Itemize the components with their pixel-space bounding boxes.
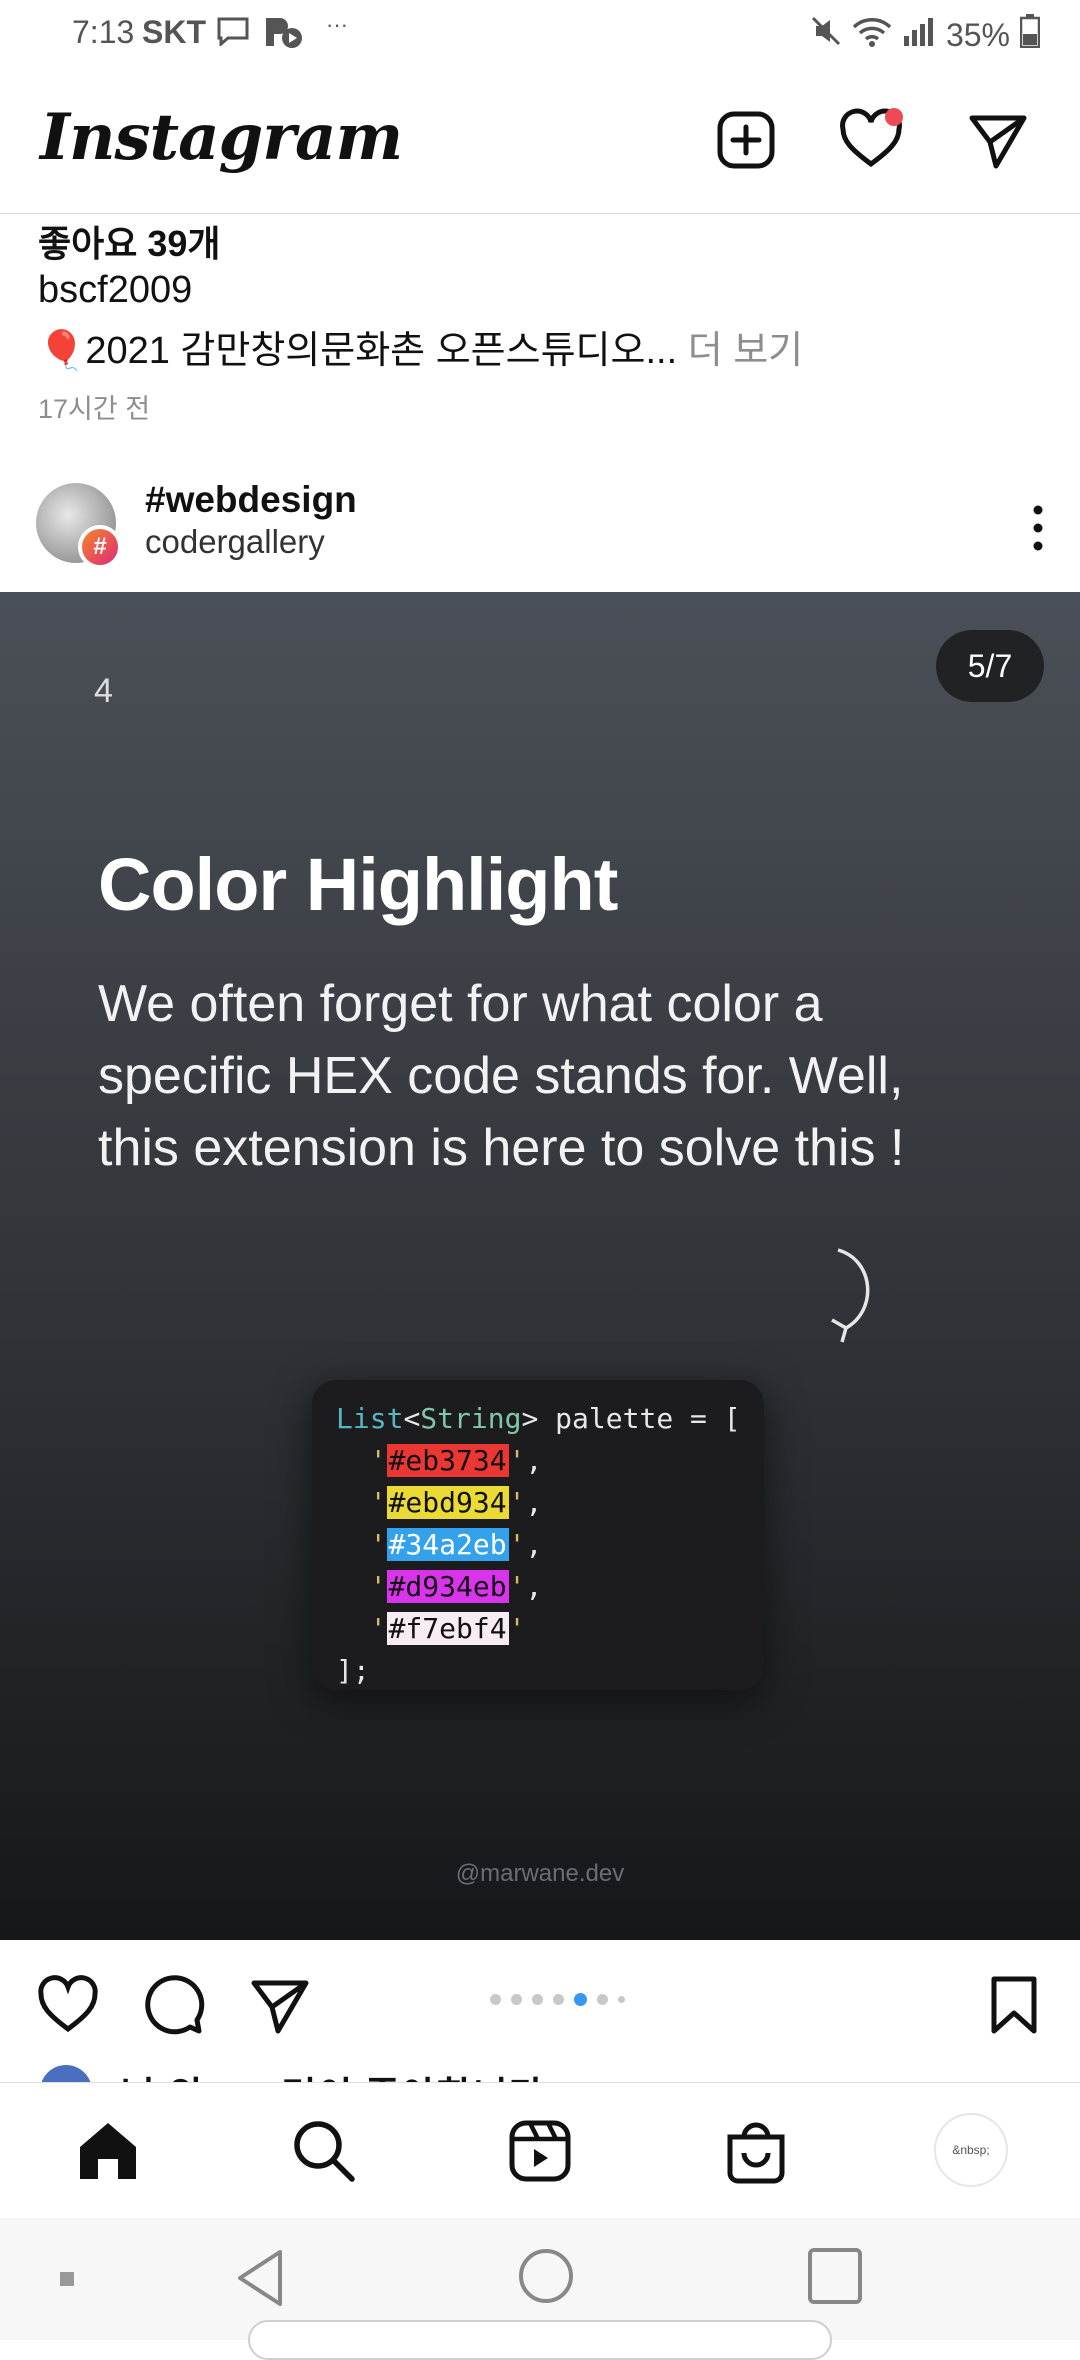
- slide-page-number: 4: [94, 672, 113, 710]
- status-carrier: SKT: [142, 14, 206, 50]
- instagram-logo[interactable]: Instagram: [40, 100, 403, 175]
- status-more: ···: [326, 12, 348, 37]
- mute-icon: [810, 15, 842, 55]
- carousel-dot: [618, 1996, 625, 2003]
- comment-icon[interactable]: [142, 1973, 206, 2037]
- bottom-tab-bar: &nbsp;: [0, 2082, 1080, 2218]
- direct-message-icon[interactable]: [966, 108, 1030, 172]
- post-header: # #webdesign codergallery: [0, 465, 1080, 590]
- new-post-icon[interactable]: [714, 108, 778, 172]
- hex-value: #ebd934: [386, 1486, 509, 1519]
- hashtag-badge-icon: #: [78, 525, 122, 569]
- back-icon[interactable]: [232, 2246, 288, 2315]
- code-type: String: [420, 1402, 522, 1435]
- hex-value: #34a2eb: [386, 1528, 509, 1561]
- home-icon[interactable]: [74, 2117, 142, 2185]
- curved-arrow-icon: [820, 1244, 880, 1349]
- liked-by-line-clipped: 님 외 129명이 좋아합니다: [0, 2055, 1080, 2085]
- caption-text: 2021 감만창의문화촌 오픈스튜디오...: [85, 330, 678, 372]
- profile-avatar[interactable]: &nbsp;: [934, 2113, 1008, 2187]
- previous-post-footer: 좋아요 39개 bscf2009 🎈2021 감만창의문화촌 오픈스튜디오...…: [0, 215, 1080, 445]
- slide-watermark: @marwane.dev: [455, 1860, 625, 1887]
- slide-heading: Color Highlight: [98, 843, 618, 926]
- activity-heart-icon[interactable]: [838, 108, 903, 172]
- code-line-declaration: List<String> palette = [: [336, 1402, 741, 1435]
- code-line-hex: '#f7ebf4': [369, 1612, 526, 1645]
- code-line-closing: ];: [336, 1654, 370, 1687]
- carousel-dot-active: [574, 1993, 587, 2006]
- likes-count[interactable]: 좋아요 39개: [38, 215, 221, 267]
- gesture-pill: [248, 2320, 832, 2360]
- more-options-icon[interactable]: [1026, 503, 1050, 553]
- hex-value: #eb3734: [386, 1444, 509, 1477]
- signal-icon: [902, 16, 936, 54]
- post-actions: [0, 1945, 1080, 2055]
- battery-icon: [1019, 14, 1041, 56]
- carousel-dot: [597, 1994, 608, 2005]
- nav-dot-icon: [58, 2270, 76, 2293]
- post-username[interactable]: codergallery: [145, 523, 325, 561]
- post-author[interactable]: bscf2009: [38, 269, 192, 312]
- home-nav-icon[interactable]: [516, 2246, 576, 2311]
- post-caption: 🎈2021 감만창의문화촌 오픈스튜디오... 더 보기: [38, 319, 803, 374]
- post-time: 17시간 전: [38, 394, 151, 424]
- code-line-hex: '#34a2eb',: [369, 1528, 543, 1561]
- status-bar: 7:13 SKT ··· 35%: [0, 0, 1080, 72]
- more-link[interactable]: 더 보기: [677, 330, 803, 372]
- carousel-dot: [532, 1994, 543, 2005]
- like-heart-icon[interactable]: [36, 1973, 100, 2037]
- share-icon[interactable]: [248, 1973, 312, 2037]
- wifi-icon: [852, 15, 892, 55]
- carousel-dot: [553, 1994, 564, 2005]
- bookmark-icon[interactable]: [982, 1973, 1046, 2037]
- code-line-hex: '#d934eb',: [369, 1570, 543, 1603]
- code-lt: <: [403, 1402, 421, 1435]
- media-app-icon: [262, 14, 304, 58]
- message-icon: [216, 16, 250, 54]
- reels-icon[interactable]: [506, 2117, 574, 2185]
- hex-value: #f7ebf4: [386, 1612, 509, 1645]
- slide-body: We often forget for what color a specifi…: [98, 975, 905, 1177]
- recents-icon[interactable]: [806, 2246, 864, 2311]
- code-rest: > palette = [: [521, 1402, 741, 1435]
- shop-icon[interactable]: [722, 2117, 790, 2185]
- carousel-dot: [490, 1994, 501, 2005]
- balloon-emoji: 🎈: [38, 330, 86, 372]
- system-navigation-bar: [0, 2218, 1080, 2360]
- hex-value: #d934eb: [386, 1570, 509, 1603]
- post-hashtag-title[interactable]: #webdesign: [145, 479, 357, 521]
- search-icon[interactable]: [290, 2117, 358, 2185]
- carousel-dot: [511, 1994, 522, 2005]
- code-snippet: List<String> palette = [ '#eb3734', '#eb…: [312, 1380, 764, 1690]
- status-time: 7:13: [72, 14, 135, 50]
- post-carousel-image[interactable]: 4 5/7 Color Highlight We often forget fo…: [0, 592, 1080, 1940]
- code-line-hex: '#ebd934',: [369, 1486, 543, 1519]
- carousel-indicator: [490, 1993, 625, 2006]
- top-app-bar: Instagram: [0, 72, 1080, 214]
- battery-percent: 35%: [945, 16, 1010, 53]
- carousel-counter: 5/7: [936, 630, 1044, 702]
- code-line-hex: '#eb3734',: [369, 1444, 543, 1477]
- code-keyword: List: [336, 1402, 404, 1435]
